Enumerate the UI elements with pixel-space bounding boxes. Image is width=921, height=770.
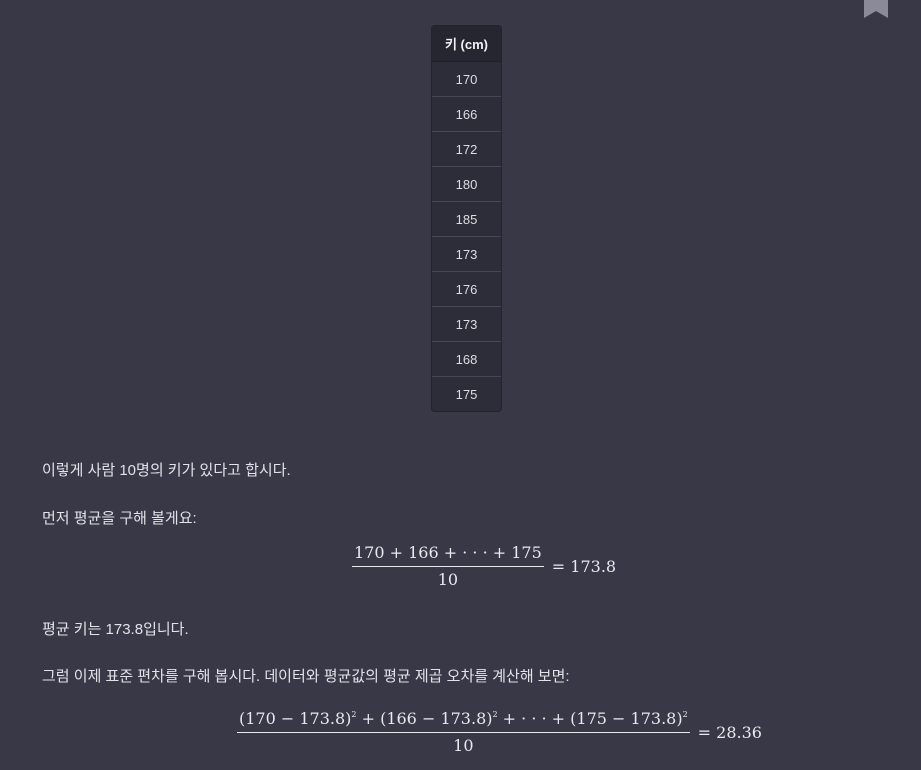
page: 키 (cm) 170 166 172 180 185 173 176 173 1…: [0, 0, 921, 770]
formula-variance-term2: + (166 − 173.8): [356, 709, 493, 728]
height-table-grid: 키 (cm) 170 166 172 180 185 173 176 173 1…: [432, 26, 501, 411]
table-cell: 173: [432, 306, 501, 342]
table-cell: 176: [432, 271, 501, 307]
paragraph-intro: 이렇게 사람 10명의 키가 있다고 합시다.: [42, 462, 291, 479]
table-row: 168: [432, 341, 501, 377]
formula-variance-numerator: (170 − 173.8)2 + (166 − 173.8)2 + · · · …: [237, 709, 690, 733]
table-row: 173: [432, 236, 501, 272]
formula-variance: (170 − 173.8)2 + (166 − 173.8)2 + · · · …: [237, 709, 762, 755]
table-row: 170: [432, 62, 501, 97]
paragraph-mean-intro: 먼저 평균을 구해 볼게요:: [42, 510, 197, 527]
formula-variance-result: = 28.36: [697, 722, 762, 742]
table-row: 185: [432, 201, 501, 237]
bookmark-icon[interactable]: [864, 0, 888, 18]
formula-variance-term1: (170 − 173.8): [239, 709, 352, 728]
table-row: 172: [432, 131, 501, 167]
table-cell: 166: [432, 96, 501, 132]
table-row: 173: [432, 306, 501, 342]
formula-mean-fraction: 170 + 166 + · · · + 175 10: [352, 543, 544, 589]
formula-mean-numerator: 170 + 166 + · · · + 175: [352, 543, 544, 567]
table-row: 176: [432, 271, 501, 307]
table-cell: 185: [432, 201, 501, 237]
table-header-height: 키 (cm): [432, 26, 501, 62]
table-row: 175: [432, 376, 501, 411]
table-cell: 170: [455, 71, 478, 87]
table-cell: 168: [432, 341, 501, 377]
table-row: 166: [432, 96, 501, 132]
table-cell: 175: [432, 376, 501, 411]
paragraph-std-intro: 그럼 이제 표준 편차를 구해 봅시다. 데이터와 평균값의 평균 제곱 오차를…: [42, 668, 570, 685]
table-header-row: 키 (cm): [432, 26, 501, 62]
formula-variance-fraction: (170 − 173.8)2 + (166 − 173.8)2 + · · · …: [237, 709, 690, 755]
table-cell: 173: [432, 236, 501, 272]
table-row: 180: [432, 166, 501, 202]
formula-variance-denominator: 10: [453, 736, 474, 755]
formula-mean-denominator: 10: [437, 570, 459, 589]
table-cell: 180: [432, 166, 501, 202]
formula-mean-result: = 173.8: [551, 556, 617, 576]
table-cell: 172: [432, 131, 501, 167]
paragraph-mean-result: 평균 키는 173.8입니다.: [42, 621, 189, 638]
formula-variance-term3: + · · · + (175 − 173.8): [497, 709, 683, 728]
height-table: 키 (cm) 170 166 172 180 185 173 176 173 1…: [431, 25, 502, 412]
formula-mean: 170 + 166 + · · · + 175 10 = 173.8: [352, 543, 616, 589]
formula-variance-exponent: 2: [682, 710, 688, 719]
